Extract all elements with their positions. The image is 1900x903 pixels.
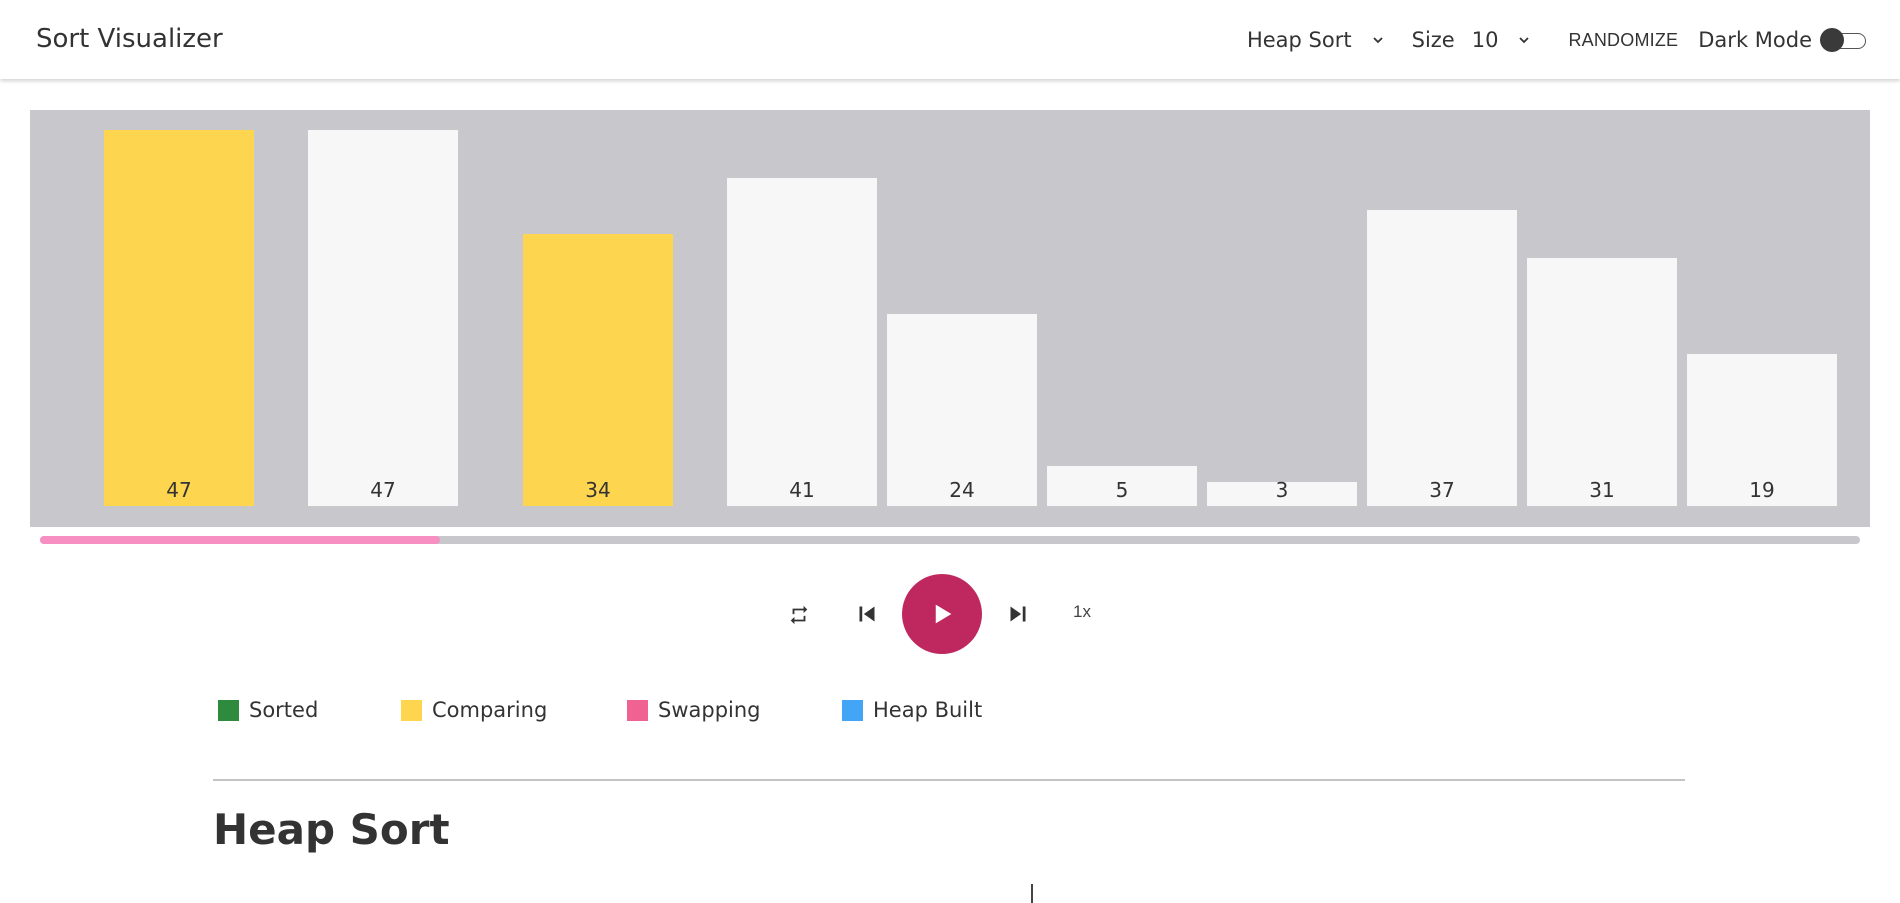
size-select[interactable]: 10: [1472, 28, 1533, 52]
app-header: Sort Visualizer Heap Sort Size 10 RANDOM…: [0, 0, 1900, 79]
repeat-button[interactable]: [784, 600, 814, 630]
speed-button[interactable]: 1x: [1073, 602, 1091, 622]
bar-value-label: 34: [585, 478, 611, 502]
skip-next-icon: [1010, 606, 1026, 622]
bar: 47: [104, 130, 254, 506]
bar: 34: [523, 234, 673, 506]
bar-value-label: 3: [1275, 478, 1289, 502]
randomize-button[interactable]: RANDOMIZE: [1568, 30, 1678, 51]
repeat-icon: [790, 605, 808, 625]
bar-chart: 47 47 34 41 24 5 3 37 31 19: [30, 110, 1870, 527]
app-title: Sort Visualizer: [36, 24, 223, 54]
algorithm-select[interactable]: Heap Sort: [1247, 28, 1386, 52]
bar: 19: [1687, 354, 1837, 506]
bar-value-label: 19: [1749, 478, 1775, 502]
skip-previous-icon: [859, 606, 875, 622]
section-title: Heap Sort: [213, 805, 450, 854]
header-controls: Heap Sort Size 10 RANDOMIZE Dark Mode: [1247, 20, 1868, 60]
legend-swatch: [401, 699, 422, 721]
text-caret: [1031, 884, 1033, 903]
bar-value-label: 41: [789, 478, 815, 502]
bar-value-label: 47: [370, 478, 396, 502]
legend: Sorted Comparing Swapping Heap Built: [0, 698, 1900, 728]
legend-item-heap-built: Heap Built: [842, 698, 982, 722]
play-button[interactable]: [902, 574, 982, 654]
step-forward-button[interactable]: [1001, 596, 1035, 632]
legend-label: Sorted: [249, 698, 319, 722]
size-select-value: 10: [1471, 28, 1499, 52]
progress-fill: [40, 536, 441, 544]
section-divider: [213, 779, 1685, 781]
bar: 41: [727, 178, 877, 506]
bar-value-label: 47: [166, 478, 192, 502]
toggle-thumb: [1820, 28, 1844, 52]
legend-item-comparing: Comparing: [401, 698, 547, 722]
bar: 5: [1047, 466, 1197, 506]
chevron-down-icon: [1519, 37, 1530, 44]
legend-label: Comparing: [432, 698, 548, 722]
legend-label: Swapping: [658, 698, 761, 722]
legend-item-sorted: Sorted: [218, 698, 318, 722]
bar-value-label: 37: [1429, 478, 1455, 502]
bar: 3: [1207, 478, 1357, 506]
legend-item-swapping: Swapping: [627, 698, 761, 722]
bar: 31: [1527, 258, 1677, 506]
bar-value-label: 24: [949, 478, 975, 502]
bar-value-label: 5: [1115, 478, 1129, 502]
dark-mode-toggle[interactable]: [1820, 28, 1868, 52]
legend-swatch: [842, 699, 863, 721]
dark-mode-label: Dark Mode: [1698, 28, 1812, 52]
chevron-down-icon: [1372, 37, 1383, 44]
legend-label: Heap Built: [873, 698, 983, 722]
bar: 47: [308, 130, 458, 506]
size-label: Size: [1411, 28, 1455, 52]
bar: 37: [1367, 210, 1517, 506]
step-back-button[interactable]: [850, 596, 884, 632]
bar-value-label: 31: [1589, 478, 1615, 502]
play-icon: [935, 604, 952, 624]
bar: 24: [887, 314, 1037, 506]
legend-swatch: [218, 699, 239, 721]
progress-slider[interactable]: [40, 536, 1860, 544]
legend-swatch: [627, 699, 648, 721]
algorithm-select-value: Heap Sort: [1246, 28, 1352, 52]
